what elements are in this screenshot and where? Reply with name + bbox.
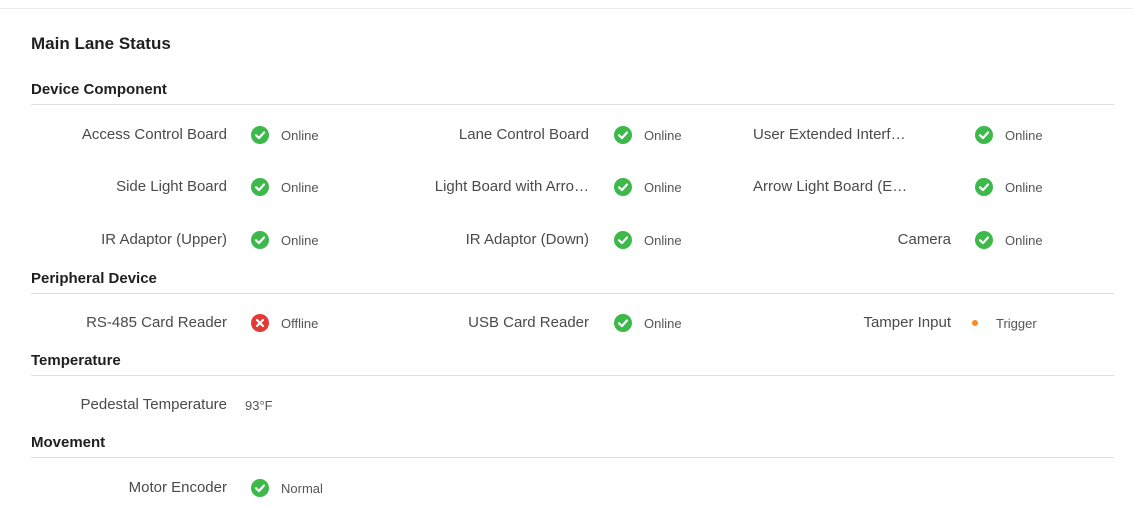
status-label: IR Adaptor (Upper)	[101, 231, 227, 248]
status-text: Online	[644, 232, 682, 248]
check-circle-icon	[614, 178, 632, 196]
check-circle-icon	[975, 178, 993, 196]
status-text: Online	[1005, 127, 1043, 143]
section-heading-temperature: Temperature	[31, 352, 1114, 376]
status-value: Online	[251, 175, 319, 199]
status-label: Motor Encoder	[128, 479, 227, 496]
status-text: Online	[1005, 179, 1043, 195]
status-text: Normal	[281, 480, 323, 496]
status-row: Pedestal Temperature 93°F	[0, 393, 1133, 417]
status-row: IR Adaptor (Upper) Online IR Adaptor (Do…	[0, 228, 1133, 252]
check-circle-icon	[251, 126, 269, 144]
status-row: Motor Encoder Normal	[0, 476, 1133, 500]
section-heading-device-component: Device Component	[31, 81, 1114, 105]
temperature-value: 93°F	[245, 393, 273, 417]
status-label: Lane Control Board	[458, 126, 589, 143]
status-label: Arrow Light Board (E…	[753, 178, 908, 195]
status-label: Tamper Input	[863, 314, 951, 331]
status-label: User Extended Interf…	[753, 126, 906, 143]
check-circle-icon	[251, 178, 269, 196]
status-value: Online	[975, 123, 1043, 147]
status-label: Light Board with Arro…	[434, 178, 589, 195]
status-row: Access Control Board Online Lane Control…	[0, 123, 1133, 147]
check-circle-icon	[975, 231, 993, 249]
status-label: RS-485 Card Reader	[86, 314, 227, 331]
section-heading-peripheral-device: Peripheral Device	[31, 270, 1114, 294]
check-circle-icon	[614, 231, 632, 249]
check-circle-icon	[975, 126, 993, 144]
status-label: Side Light Board	[116, 178, 227, 195]
dot-icon	[966, 314, 984, 332]
check-circle-icon	[614, 126, 632, 144]
status-value: Trigger	[966, 311, 1037, 335]
status-label: Pedestal Temperature	[80, 396, 227, 413]
page-title: Main Lane Status	[31, 34, 171, 53]
status-value: Online	[614, 175, 682, 199]
status-label: Access Control Board	[81, 126, 227, 143]
status-text: Online	[281, 179, 319, 195]
check-circle-icon	[251, 479, 269, 497]
status-text: Online	[281, 232, 319, 248]
status-value: Online	[251, 228, 319, 252]
status-text: Trigger	[996, 315, 1037, 331]
status-value: Normal	[251, 476, 323, 500]
status-row: Side Light Board Online Light Board with…	[0, 175, 1133, 199]
status-text: Online	[1005, 232, 1043, 248]
status-text: Online	[281, 127, 319, 143]
status-value: Online	[975, 228, 1043, 252]
status-text: 93°F	[245, 397, 273, 413]
status-label: Camera	[897, 231, 951, 248]
status-text: Offline	[281, 315, 319, 331]
status-text: Online	[644, 179, 682, 195]
status-label: IR Adaptor (Down)	[465, 231, 589, 248]
status-value: Offline	[251, 311, 318, 335]
status-value: Online	[251, 123, 319, 147]
check-circle-icon	[614, 314, 632, 332]
check-circle-icon	[251, 231, 269, 249]
status-value: Online	[614, 311, 682, 335]
top-divider	[0, 8, 1133, 9]
section-heading-movement: Movement	[31, 434, 1114, 458]
status-value: Online	[614, 123, 682, 147]
status-text: Online	[644, 315, 682, 331]
error-circle-icon	[251, 314, 269, 332]
status-label: USB Card Reader	[468, 314, 589, 331]
status-text: Online	[644, 127, 682, 143]
status-value: Online	[975, 175, 1043, 199]
status-row: RS-485 Card Reader Offline USB Card Read…	[0, 311, 1133, 335]
status-value: Online	[614, 228, 682, 252]
